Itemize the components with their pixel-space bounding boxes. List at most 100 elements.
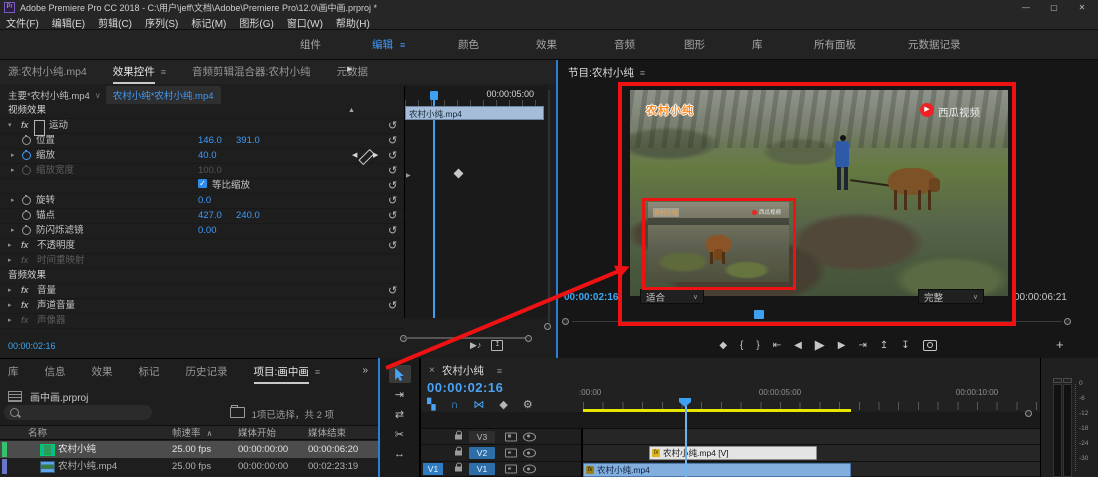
program-current-timecode[interactable]: 00:00:02:16 [564,292,618,303]
settings-icon[interactable]: ⚙ [523,398,533,411]
reset-param-icon[interactable]: ↺ [388,224,397,238]
hscroll-bar[interactable] [404,337,528,339]
zoom-level-dropdown[interactable]: 适合 ∨ [640,289,704,304]
add-marker-button-icon[interactable]: ◆ [719,340,727,351]
reset-param-icon[interactable]: ↺ [388,179,397,193]
project-tab[interactable]: 项目:画中画≡ [254,359,321,385]
project-tab[interactable]: 效果 [92,359,113,385]
project-row-农村小纯.mp4[interactable]: 农村小纯.mp425.00 fps00:00:00:0000:02:23:19 [0,458,378,475]
track-target-toggle[interactable]: V1 [469,463,495,475]
effect-row-等比缩放[interactable]: ✓等比缩放↺ [0,179,404,194]
playback-resolution-dropdown[interactable]: 完整 ∨ [918,289,984,304]
column-header-媒体结束[interactable]: 媒体结束 [308,426,346,441]
insert-sequence-icon[interactable]: ▚ [427,398,435,411]
track-lane-V2[interactable]: fx农村小纯.mp4 [V] [581,445,1040,462]
panel-menu-icon[interactable]: ≡ [640,68,645,78]
effect-controls-current-timecode[interactable]: 00:00:02:16 [8,341,56,351]
effect-controls-tab[interactable]: 源:农村小纯.mp4 [8,60,87,84]
tool-ripple-edit[interactable]: ⇄ [389,405,411,423]
track-visibility-eye-icon[interactable] [523,465,536,474]
project-tab[interactable]: 信息 [45,359,66,385]
program-scrubber-track[interactable] [572,321,1062,322]
param-value[interactable]: 0.00 [198,224,217,238]
program-monitor-tab[interactable]: 节目:农村小纯 ≡ [568,65,645,80]
reset-param-icon[interactable]: ↺ [388,164,397,178]
menu-item[interactable]: 帮助(H) [336,15,370,30]
column-header-媒体开始[interactable]: 媒体开始 [238,426,276,441]
effect-row-位置[interactable]: 位置146.0391.0↺ [0,134,404,149]
workspace-menu-icon[interactable]: ≡ [400,40,405,50]
reset-param-icon[interactable]: ↺ [388,134,397,148]
effect-row-不透明度[interactable]: ▸fx不透明度↺ [0,239,404,254]
program-scrubber-playhead[interactable] [754,310,764,319]
workspace-tab-元数据记录[interactable]: 元数据记录 [908,30,961,59]
maximize-button[interactable]: ▢ [1040,0,1068,15]
sync-lock-icon[interactable] [505,465,517,474]
track-visibility-eye-icon[interactable] [523,432,536,441]
go-to-in-button-icon[interactable]: ⇤ [773,340,781,351]
menu-item[interactable]: 序列(S) [145,15,178,30]
track-target-toggle[interactable]: V2 [469,447,495,459]
audio-meter-panel[interactable]: 0-6-12-18-24-30 [1040,358,1098,477]
close-button[interactable]: ✕ [1068,0,1096,15]
effect-row-缩放[interactable]: ▸缩放40.0◀▶↺ [0,149,404,164]
menu-item[interactable]: 剪辑(C) [98,15,132,30]
mini-timeline-clip[interactable]: 农村小纯.mp4 [405,106,544,120]
workspace-tab-编辑[interactable]: 编辑≡ [372,30,405,59]
expand-caret-icon[interactable]: ▸ [11,164,15,178]
panel-menu-icon[interactable]: ≡ [161,67,166,77]
expand-caret-icon[interactable]: ▸ [11,149,15,163]
effect-row-防闪烁滤镜[interactable]: ▸防闪烁滤镜0.00↺ [0,224,404,239]
menu-item[interactable]: 文件(F) [6,15,39,30]
timeline-clip[interactable]: fx农村小纯.mp4 [V] [649,446,817,460]
reset-effect-icon[interactable]: ↺ [388,299,397,313]
effect-row-锚点[interactable]: 锚点427.0240.0↺ [0,209,404,224]
effect-row-时间重映射[interactable]: ▸fx时间重映射 [0,254,404,269]
timeline-tab[interactable]: × 农村小纯 ≡ [429,363,502,378]
linked-selection-icon[interactable]: ⋈ [473,398,484,411]
effect-controls-tab[interactable]: 音频剪辑混合器:农村小纯 [192,60,310,84]
lift-button-icon[interactable]: ↥ [880,340,888,351]
hscroll-right-handle[interactable] [525,335,532,342]
go-to-out-button-icon[interactable]: ⇥ [859,340,867,351]
step-back-button-icon[interactable]: ◀ [794,340,802,351]
timeline-scroll-handle[interactable] [1025,410,1032,417]
tool-razor[interactable]: ✂ [389,425,411,443]
tool-slip[interactable]: ↔ [389,445,411,463]
source-patch-V1[interactable]: V1 [423,463,443,475]
effect-controls-vscrollbar[interactable] [548,90,550,326]
column-header-名称[interactable]: 名称 [28,426,47,441]
minimize-button[interactable]: — [1012,0,1040,15]
effect-row-运动[interactable]: ▾fx运动↺ [0,119,404,134]
project-file-row[interactable]: 画中画.prproj [8,389,88,404]
effect-row-缩放宽度[interactable]: ▸缩放宽度100.0↺ [0,164,404,179]
workspace-tab-所有面板[interactable]: 所有面板 [814,30,856,59]
timeline-current-timecode[interactable]: 00:00:02:16 [427,380,503,395]
collapse-section-icon[interactable]: ▲ [348,104,355,118]
toggle-animation-stopwatch-icon[interactable] [22,166,31,175]
expand-caret-icon[interactable]: ▸ [8,299,12,313]
reset-effect-icon[interactable]: ↺ [388,239,397,253]
expand-caret-icon[interactable]: ▸ [11,224,15,238]
new-bin-icon[interactable] [230,407,245,418]
breadcrumb-next-icon[interactable]: ▶ [347,65,352,73]
menu-item[interactable]: 编辑(E) [52,15,85,30]
toggle-animation-stopwatch-icon[interactable] [22,136,31,145]
project-tab[interactable]: 标记 [139,359,160,385]
effect-controls-mini-timeline[interactable]: 00:00:05:00 农村小纯.mp4 ▶ [404,86,548,318]
effect-row-视频效果[interactable]: 视频效果▲ [0,104,404,119]
reset-param-icon[interactable]: ↺ [388,149,397,163]
effect-row-旋转[interactable]: ▸旋转0.0↺ [0,194,404,209]
param-value[interactable]: 0.0 [198,194,211,208]
param-value[interactable]: 391.0 [236,134,260,148]
expand-caret-icon[interactable]: ▸ [8,254,12,268]
param-value[interactable]: 240.0 [236,209,260,223]
scrubber-left-handle[interactable] [562,318,569,325]
tab-overflow-icon[interactable]: » [362,365,368,376]
menu-item[interactable]: 图形(G) [239,15,273,30]
extract-button-icon[interactable]: ↧ [901,340,909,351]
uniform-scale-checkbox[interactable]: ✓ [198,179,207,188]
workspace-tab-颜色[interactable]: 颜色 [458,30,479,59]
expand-caret-icon[interactable]: ▾ [8,119,12,133]
sync-lock-icon[interactable] [505,432,517,441]
